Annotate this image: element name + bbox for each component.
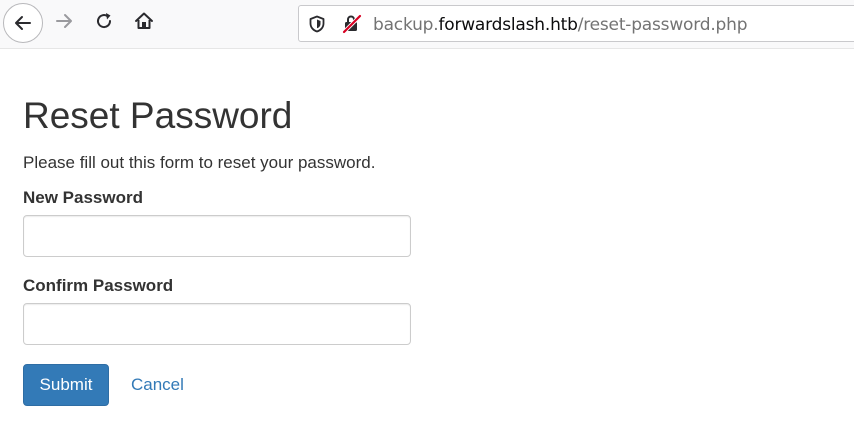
cancel-link[interactable]: Cancel bbox=[131, 375, 184, 395]
page-title: Reset Password bbox=[23, 95, 293, 136]
back-arrow-icon bbox=[3, 3, 43, 43]
address-bar[interactable]: backup.forwardslash.htb/reset-password.p… bbox=[298, 5, 854, 42]
url-text[interactable]: backup.forwardslash.htb/reset-password.p… bbox=[373, 15, 747, 35]
home-button[interactable] bbox=[125, 4, 163, 42]
browser-toolbar: backup.forwardslash.htb/reset-password.p… bbox=[0, 0, 854, 49]
forward-button[interactable] bbox=[45, 4, 83, 42]
reload-button[interactable] bbox=[85, 4, 123, 42]
reset-password-form: Reset Password Please fill out this form… bbox=[23, 95, 411, 406]
submit-button[interactable]: Submit bbox=[23, 364, 109, 406]
url-path: /reset-password.php bbox=[577, 15, 748, 35]
insecure-lock-icon[interactable] bbox=[342, 14, 362, 34]
confirm-password-label: Confirm Password bbox=[23, 276, 174, 295]
home-icon bbox=[134, 11, 154, 36]
tracking-shield-icon[interactable] bbox=[307, 14, 327, 34]
confirm-password-input[interactable] bbox=[23, 303, 411, 345]
new-password-input[interactable] bbox=[23, 215, 411, 257]
url-host: forwardslash.htb bbox=[438, 15, 578, 35]
new-password-label: New Password bbox=[23, 188, 143, 207]
back-button[interactable] bbox=[2, 3, 44, 43]
forward-arrow-icon bbox=[54, 11, 74, 36]
url-prefix: backup. bbox=[373, 15, 439, 35]
reload-icon bbox=[94, 11, 114, 36]
form-instructions: Please fill out this form to reset your … bbox=[23, 153, 376, 172]
